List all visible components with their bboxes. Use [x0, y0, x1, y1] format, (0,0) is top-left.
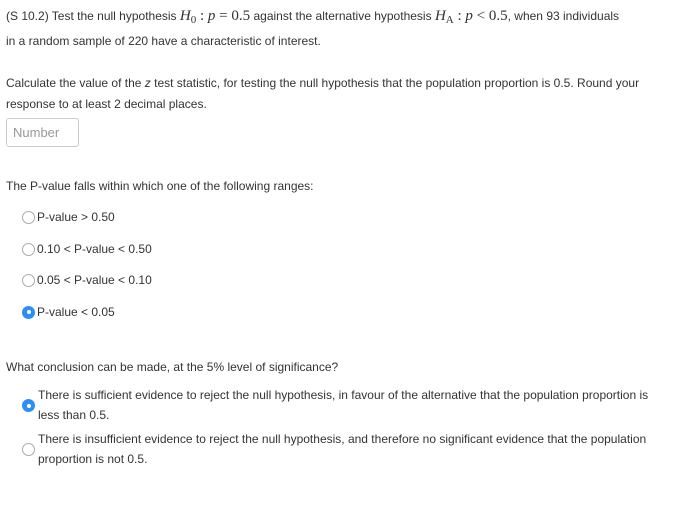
alternative-hypothesis: HA : p < 0.5: [434, 8, 508, 26]
question-line2: in a random sample of 220 have a charact…: [6, 34, 321, 48]
h0-expression: = 0.5: [215, 8, 251, 24]
p-value-option-1[interactable]: P-value > 0.50: [22, 209, 115, 225]
p-value-option-2[interactable]: 0.10 < P-value < 0.50: [22, 241, 152, 257]
radio-button-selected[interactable]: [22, 399, 35, 412]
z-statistic-prompt: Calculate the value of the z test statis…: [6, 73, 666, 115]
option-label: P-value < 0.05: [37, 305, 115, 319]
ha-variable: p: [465, 8, 473, 24]
ha-subscript: A: [445, 14, 454, 26]
radio-button[interactable]: [22, 273, 35, 287]
z-statistic-input[interactable]: [6, 118, 79, 147]
ha-expression: < 0.5: [472, 8, 508, 24]
option-label: P-value > 0.50: [37, 210, 115, 224]
h0-subscript: 0: [190, 14, 197, 26]
radio-button[interactable]: [22, 242, 35, 256]
prompt-text-before-z: Calculate the value of the: [6, 76, 142, 90]
ha-symbol: H: [434, 8, 446, 24]
option-label: 0.05 < P-value < 0.10: [37, 273, 152, 287]
p-value-option-3[interactable]: 0.05 < P-value < 0.10: [22, 272, 152, 288]
p-value-option-4[interactable]: P-value < 0.05: [22, 304, 115, 320]
option-label: 0.10 < P-value < 0.50: [37, 242, 152, 256]
question-statement: (S 10.2) Test the null hypothesis H0 : p…: [6, 6, 666, 52]
p-value-prompt: The P-value falls within which one of th…: [6, 179, 314, 193]
radio-button[interactable]: [22, 210, 35, 224]
radio-button[interactable]: [22, 443, 35, 456]
option-label: There is insufficient evidence to reject…: [38, 432, 647, 466]
z-variable: z: [144, 76, 151, 90]
question-suffix: , when 93 individuals: [507, 9, 620, 23]
conclusion-option-1[interactable]: There is sufficient evidence to reject t…: [22, 385, 662, 427]
radio-button-selected[interactable]: [22, 305, 35, 319]
h0-symbol: H: [179, 8, 191, 24]
question-middle: against the alternative hypothesis: [253, 9, 432, 23]
question-prefix: (S 10.2) Test the null hypothesis: [6, 9, 177, 23]
option-label: There is sufficient evidence to reject t…: [38, 388, 649, 422]
conclusion-prompt: What conclusion can be made, at the 5% l…: [6, 360, 339, 374]
null-hypothesis: H0 : p = 0.5: [179, 8, 251, 26]
conclusion-option-2[interactable]: There is insufficient evidence to reject…: [22, 429, 662, 471]
